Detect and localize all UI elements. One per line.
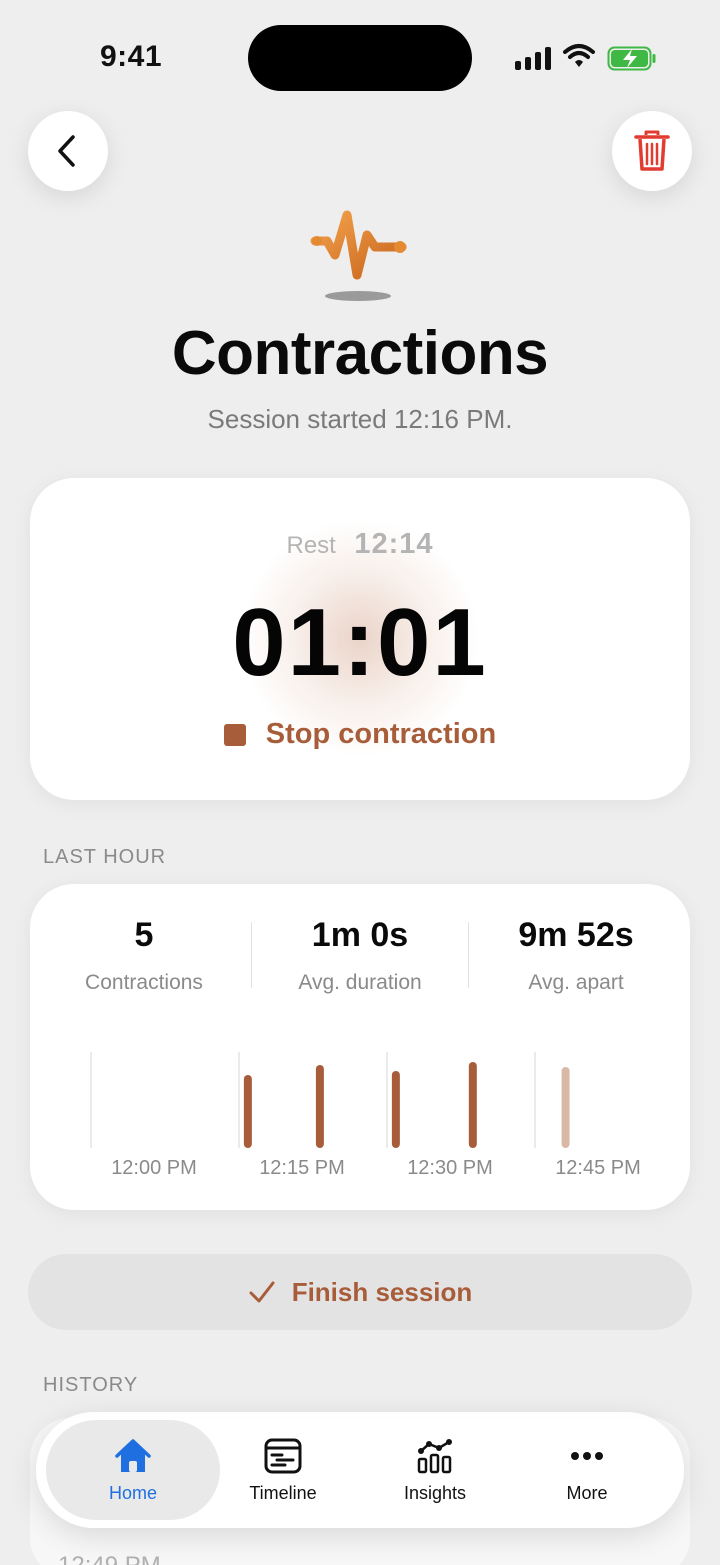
stat-value: 1m 0s [311, 916, 409, 954]
status-time: 9:41 [100, 40, 163, 73]
stop-icon [223, 723, 246, 746]
battery-charging-icon [607, 46, 656, 71]
finish-session-button[interactable]: Finish session [28, 1254, 692, 1330]
status-bar: 9:41 [0, 0, 720, 110]
rest-time: 12:14 [354, 528, 434, 560]
delete-button[interactable] [612, 111, 692, 191]
stat-avg-duration: 1m 0s Avg. duration [250, 916, 470, 995]
tab-label: More [566, 1482, 608, 1503]
tab-label: Home [108, 1482, 157, 1503]
history-item-time: 12:49 PM [58, 1552, 161, 1565]
stat-label: Avg. duration [298, 971, 422, 994]
more-icon [571, 1451, 603, 1460]
tab-label: Timeline [249, 1482, 317, 1503]
finish-session-label: Finish session [291, 1276, 473, 1307]
dynamic-island [248, 25, 472, 91]
back-button[interactable] [28, 111, 108, 191]
tab-insights[interactable]: Insights [348, 1420, 522, 1520]
stop-contraction-label: Stop contraction [265, 718, 497, 750]
chart-bar [561, 1067, 570, 1148]
heartbeat-wave-icon [310, 210, 407, 301]
stat-label: Avg. apart [528, 971, 624, 994]
stat-avg-apart: 9m 52s Avg. apart [466, 916, 686, 995]
history-section-label: HISTORY [43, 1374, 139, 1396]
trash-icon [634, 130, 670, 171]
timer-card: Rest 12:14 01:01 Stop contraction [30, 478, 690, 800]
contractions-chart: 12:00 PM 12:15 PM 12:30 PM 12:45 PM [90, 1052, 641, 1179]
signal-icon [515, 46, 551, 70]
chart-bar [391, 1071, 400, 1148]
chart-tick-label: 12:00 PM [111, 1157, 197, 1179]
last-hour-card: 5 Contractions 1m 0s Avg. duration 9m 52… [30, 884, 690, 1210]
insights-icon [417, 1438, 452, 1473]
timeline-icon [264, 1438, 302, 1473]
chart-tick-label: 12:15 PM [259, 1157, 345, 1179]
stat-contractions: 5 Contractions [34, 916, 254, 995]
chart-bar [315, 1065, 324, 1148]
stat-value: 9m 52s [518, 916, 634, 954]
page-title: Contractions [171, 319, 549, 388]
tab-bar: Home Timeline Insights More [36, 1412, 684, 1528]
contraction-timer: 01:01 [232, 589, 488, 696]
tab-more[interactable]: More [500, 1420, 674, 1520]
stop-contraction-button[interactable]: Stop contraction [30, 718, 690, 751]
house-icon [115, 1438, 151, 1472]
chart-bar [243, 1075, 252, 1148]
wifi-icon [563, 44, 595, 67]
tab-timeline[interactable]: Timeline [196, 1420, 370, 1520]
checkmark-icon [249, 1281, 275, 1303]
rest-row: Rest 12:14 [30, 528, 690, 561]
chart-bar [468, 1062, 477, 1148]
tab-home[interactable]: Home [46, 1420, 220, 1520]
stat-label: Contractions [85, 971, 203, 994]
last-hour-section-label: LAST HOUR [43, 846, 167, 868]
chevron-left-icon [58, 135, 75, 167]
chart-tick-label: 12:45 PM [555, 1157, 641, 1179]
rest-label: Rest [286, 532, 336, 559]
stat-value: 5 [134, 916, 154, 954]
session-subtitle: Session started 12:16 PM. [207, 404, 513, 434]
tab-label: Insights [403, 1482, 467, 1503]
chart-tick-label: 12:30 PM [407, 1157, 493, 1179]
